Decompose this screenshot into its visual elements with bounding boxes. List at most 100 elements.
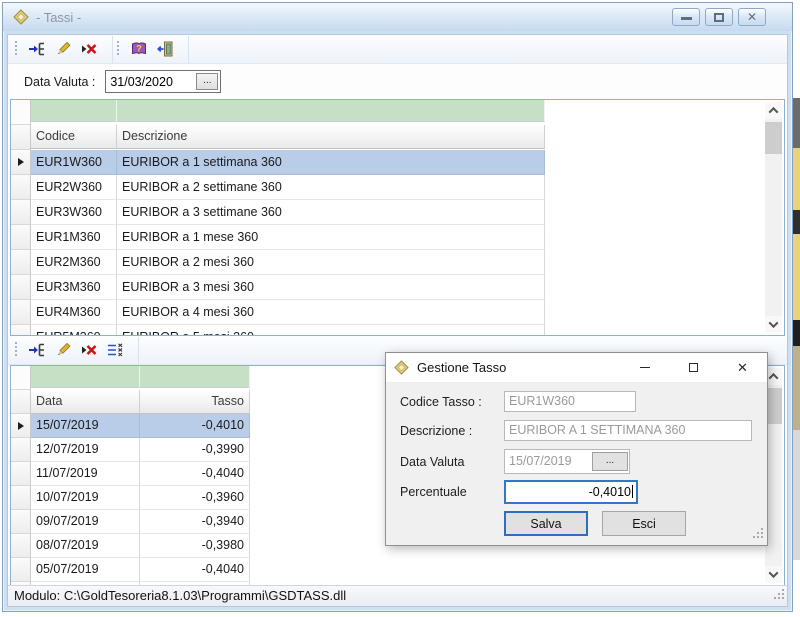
help-book-button[interactable]: ? — [126, 38, 152, 61]
cell-descrizione[interactable]: EURIBOR a 3 settimane 360 — [117, 200, 545, 225]
filter-selector-cell[interactable] — [11, 100, 31, 125]
column-header-codice[interactable]: Codice — [31, 125, 117, 149]
add-record-icon — [28, 40, 46, 58]
cell-codice[interactable]: EUR3M360 — [31, 275, 117, 300]
scroll-down-button[interactable] — [765, 316, 782, 333]
resize-grip[interactable] — [772, 587, 785, 603]
table-row[interactable]: EUR3W360EURIBOR a 3 settimane 360 — [11, 200, 784, 225]
filter-cell-tasso[interactable] — [140, 366, 250, 388]
cell-tasso[interactable]: -0,4040 — [140, 462, 250, 486]
delete-record-button[interactable] — [76, 38, 102, 61]
row-selector[interactable] — [11, 300, 31, 325]
cell-descrizione[interactable]: EURIBOR a 3 mesi 360 — [117, 275, 545, 300]
cell-descrizione[interactable]: EURIBOR a 5 mesi 360 — [117, 325, 545, 336]
salva-button[interactable]: Salva — [504, 511, 588, 536]
toolbar-grip[interactable] — [116, 41, 120, 57]
toolbar-grip[interactable] — [14, 41, 18, 57]
date-browse-button[interactable]: ... — [196, 73, 218, 90]
cell-data[interactable]: 09/07/2019 — [31, 510, 140, 534]
rates-scrollbar[interactable] — [765, 102, 782, 333]
list-values-button[interactable] — [102, 339, 128, 362]
cell-data[interactable]: 10/07/2019 — [31, 486, 140, 510]
table-row[interactable]: EUR5M360EURIBOR a 5 mesi 360 — [11, 325, 784, 336]
table-row[interactable]: EUR2W360EURIBOR a 2 settimane 360 — [11, 175, 784, 200]
add-record-button[interactable] — [24, 38, 50, 61]
minimize-button[interactable] — [672, 8, 700, 26]
delete-record-button[interactable] — [76, 339, 102, 362]
row-selector[interactable] — [11, 225, 31, 250]
cell-codice[interactable]: EUR2W360 — [31, 175, 117, 200]
cell-tasso[interactable]: -0,3960 — [140, 486, 250, 510]
cell-descrizione[interactable]: EURIBOR a 2 mesi 360 — [117, 250, 545, 275]
table-row[interactable]: EUR4M360EURIBOR a 4 mesi 360 — [11, 300, 784, 325]
scroll-down-button[interactable] — [765, 566, 782, 583]
cell-tasso[interactable]: -0,3990 — [140, 438, 250, 462]
cell-tasso[interactable]: -0,3980 — [140, 534, 250, 558]
row-selector[interactable] — [11, 462, 31, 486]
current-row-arrow-icon — [18, 158, 24, 166]
column-header-descrizione[interactable]: Descrizione — [117, 125, 545, 149]
row-selector[interactable] — [11, 275, 31, 300]
cell-tasso[interactable]: -0,4010 — [140, 414, 250, 438]
row-selector[interactable] — [11, 200, 31, 225]
row-selector[interactable] — [11, 150, 31, 175]
row-selector[interactable] — [11, 250, 31, 275]
table-row[interactable]: EUR1M360EURIBOR a 1 mese 360 — [11, 225, 784, 250]
scroll-up-button[interactable] — [765, 102, 782, 119]
edit-record-button[interactable] — [50, 38, 76, 61]
column-header-data[interactable]: Data — [31, 390, 140, 414]
filter-cell-codice[interactable] — [31, 100, 117, 122]
cell-codice[interactable]: EUR1M360 — [31, 225, 117, 250]
dialog-resize-grip[interactable] — [753, 528, 764, 542]
cell-data[interactable]: 05/07/2019 — [31, 558, 140, 582]
cell-codice[interactable]: EUR2M360 — [31, 250, 117, 275]
row-selector[interactable] — [11, 510, 31, 534]
filter-cell-data[interactable] — [31, 366, 140, 388]
row-selector[interactable] — [11, 414, 31, 438]
chevron-up-icon — [769, 373, 779, 383]
cell-data[interactable]: 15/07/2019 — [31, 414, 140, 438]
cell-tasso[interactable]: -0,4040 — [140, 558, 250, 582]
dialog-close-button[interactable] — [718, 353, 767, 383]
row-selector[interactable] — [11, 534, 31, 558]
edit-record-button[interactable] — [50, 339, 76, 362]
dialog-minimize-button[interactable] — [620, 353, 669, 383]
percentuale-input[interactable]: -0,4010 — [504, 480, 638, 504]
cell-descrizione[interactable]: EURIBOR a 2 settimane 360 — [117, 175, 545, 200]
cell-descrizione[interactable]: EURIBOR a 1 mese 360 — [117, 225, 545, 250]
cell-data[interactable]: 11/07/2019 — [31, 462, 140, 486]
data-valuta-browse-button[interactable]: ... — [592, 452, 628, 471]
cell-data[interactable]: 12/07/2019 — [31, 438, 140, 462]
row-selector[interactable] — [11, 175, 31, 200]
column-header-tasso[interactable]: Tasso — [140, 390, 250, 414]
cell-codice[interactable]: EUR4M360 — [31, 300, 117, 325]
cell-descrizione[interactable]: EURIBOR a 1 settimana 360 — [117, 150, 545, 175]
table-row[interactable]: 05/07/2019-0,4040 — [11, 558, 784, 582]
add-record-button[interactable] — [24, 339, 50, 362]
dialog-maximize-button[interactable] — [669, 353, 718, 383]
date-filter-input[interactable] — [107, 75, 196, 89]
cell-codice[interactable]: EUR1W360 — [31, 150, 117, 175]
exit-door-button[interactable] — [152, 38, 178, 61]
table-row[interactable]: EUR2M360EURIBOR a 2 mesi 360 — [11, 250, 784, 275]
filter-cell-descrizione[interactable] — [117, 100, 545, 122]
table-row[interactable]: EUR3M360EURIBOR a 3 mesi 360 — [11, 275, 784, 300]
row-selector[interactable] — [11, 558, 31, 582]
cell-codice[interactable]: EUR5M360 — [31, 325, 117, 336]
filter-selector-cell[interactable] — [11, 366, 31, 390]
cell-data[interactable]: 08/07/2019 — [31, 534, 140, 558]
row-selector[interactable] — [11, 486, 31, 510]
dialog-titlebar[interactable]: Gestione Tasso — [386, 353, 767, 383]
table-row[interactable]: EUR1W360EURIBOR a 1 settimana 360 — [11, 150, 784, 175]
scrollbar-thumb[interactable] — [765, 122, 782, 154]
cell-tasso[interactable]: -0,3940 — [140, 510, 250, 534]
main-titlebar[interactable]: - Tassi - — [3, 3, 792, 31]
row-selector[interactable] — [11, 325, 31, 336]
cell-descrizione[interactable]: EURIBOR a 4 mesi 360 — [117, 300, 545, 325]
close-button[interactable] — [738, 8, 766, 26]
cell-codice[interactable]: EUR3W360 — [31, 200, 117, 225]
esci-button[interactable]: Esci — [602, 511, 686, 536]
maximize-button[interactable] — [705, 8, 733, 26]
toolbar-grip[interactable] — [14, 342, 18, 358]
row-selector[interactable] — [11, 438, 31, 462]
